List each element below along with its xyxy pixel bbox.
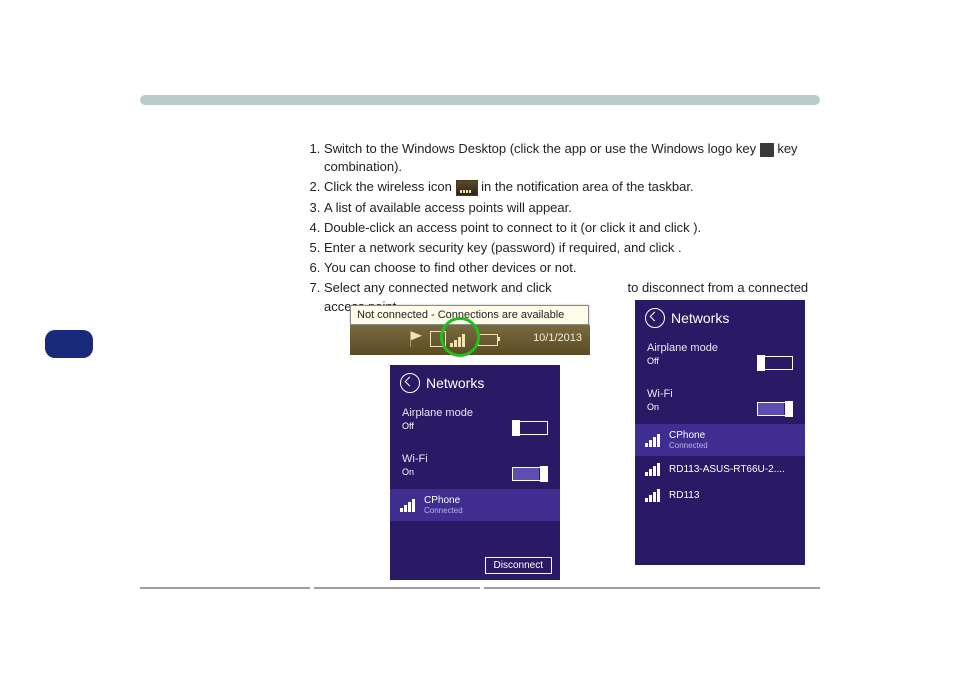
network-item-cphone[interactable]: CPhone Connected bbox=[390, 489, 560, 521]
signal-bars-icon bbox=[645, 433, 661, 447]
network-item-cphone[interactable]: CPhone Connected bbox=[635, 424, 805, 456]
margin-tab bbox=[45, 330, 93, 358]
wifi-state: On bbox=[402, 467, 414, 477]
tray-date: 10/1/2013 bbox=[533, 332, 582, 344]
wifi-state: On bbox=[647, 402, 659, 412]
wifi-label: Wi-Fi bbox=[635, 384, 805, 402]
wifi-label: Wi-Fi bbox=[390, 449, 560, 467]
network-name: CPhone bbox=[669, 430, 708, 441]
highlight-circle bbox=[440, 317, 480, 357]
system-tray: 10/1/2013 bbox=[350, 325, 590, 355]
action-center-flag-icon bbox=[410, 331, 422, 347]
network-name: RD113 bbox=[669, 490, 699, 501]
airplane-mode-label: Airplane mode bbox=[390, 403, 560, 421]
footer-rule bbox=[140, 587, 820, 589]
back-arrow-icon[interactable] bbox=[645, 308, 665, 328]
signal-bars-icon bbox=[400, 498, 416, 512]
step-4: Double-click an access point to connect … bbox=[324, 219, 820, 237]
step-3: A list of available access points will a… bbox=[324, 199, 820, 217]
airplane-mode-toggle[interactable] bbox=[757, 356, 793, 370]
network-status: Connected bbox=[669, 441, 708, 450]
taskbar-figure: Not connected - Connections are availabl… bbox=[350, 305, 590, 355]
step-2a: Click the wireless icon bbox=[324, 179, 456, 194]
header-rule bbox=[140, 95, 820, 105]
airplane-mode-toggle[interactable] bbox=[512, 421, 548, 435]
battery-icon bbox=[478, 334, 498, 346]
step-2: Click the wireless icon in the notificat… bbox=[324, 178, 820, 196]
wifi-toggle[interactable] bbox=[757, 402, 793, 416]
signal-bars-icon bbox=[645, 462, 661, 476]
step-1a: Switch to the Windows Desktop (click the… bbox=[324, 141, 760, 156]
airplane-mode-state: Off bbox=[402, 421, 414, 431]
networks-panel-disconnect: Networks Airplane mode Off Wi-Fi On CPho… bbox=[390, 365, 560, 580]
airplane-mode-label: Airplane mode bbox=[635, 338, 805, 356]
instruction-list: Switch to the Windows Desktop (click the… bbox=[300, 140, 820, 318]
step-1: Switch to the Windows Desktop (click the… bbox=[324, 140, 820, 176]
panel-a-title: Networks bbox=[426, 375, 484, 391]
panel-b-title: Networks bbox=[671, 310, 729, 326]
step-5: Enter a network security key (password) … bbox=[324, 239, 820, 257]
step-2b: in the notification area of the taskbar. bbox=[481, 179, 693, 194]
network-item-rd113-asus[interactable]: RD113-ASUS-RT66U-2.... bbox=[635, 456, 805, 482]
back-arrow-icon[interactable] bbox=[400, 373, 420, 393]
network-name: CPhone bbox=[424, 495, 463, 506]
wireless-tray-icon bbox=[456, 180, 478, 196]
signal-bars-icon bbox=[645, 488, 661, 502]
wifi-toggle[interactable] bbox=[512, 467, 548, 481]
network-status: Connected bbox=[424, 506, 463, 515]
step-6: You can choose to find other devices or … bbox=[324, 259, 820, 277]
network-name: RD113-ASUS-RT66U-2.... bbox=[669, 464, 785, 475]
step-7a: Select any connected network and click bbox=[324, 280, 555, 295]
network-item-rd113[interactable]: RD113 bbox=[635, 482, 805, 508]
airplane-mode-state: Off bbox=[647, 356, 659, 366]
networks-panel-list: Networks Airplane mode Off Wi-Fi On CPho… bbox=[635, 300, 805, 565]
windows-key-icon bbox=[760, 143, 774, 157]
disconnect-button[interactable]: Disconnect bbox=[485, 557, 552, 574]
